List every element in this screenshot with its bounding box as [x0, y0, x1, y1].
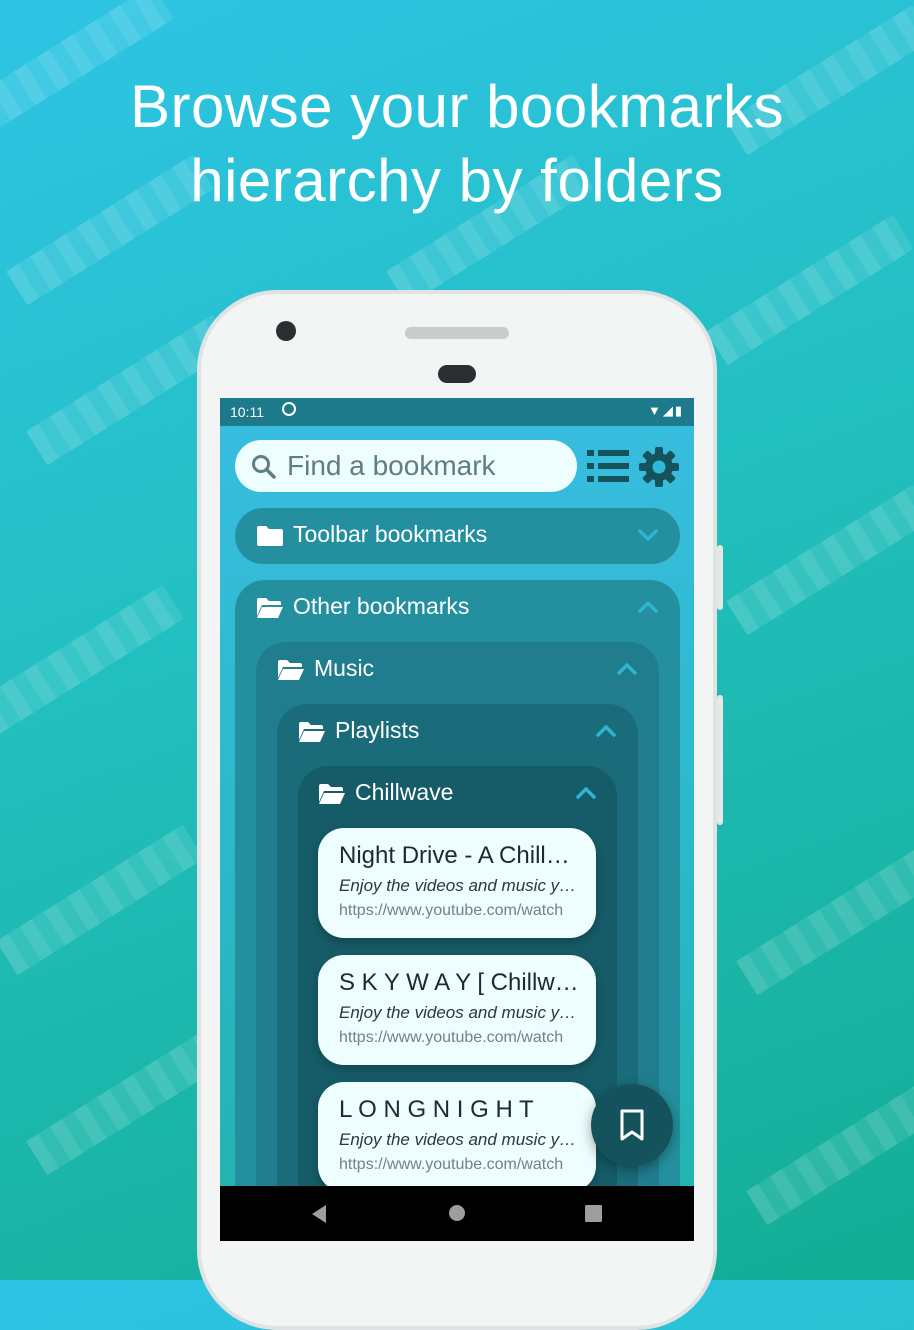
- back-icon[interactable]: [310, 1204, 328, 1224]
- bookmark-description: Enjoy the videos and music you love: [339, 1003, 579, 1022]
- chevron-up-icon[interactable]: [575, 784, 597, 802]
- folder-open-icon: [257, 598, 283, 618]
- folder-label: Other bookmarks: [293, 593, 470, 619]
- app-screen: 10:11 ▼◢▮ Find a bookmark Toolbar bookma…: [220, 398, 694, 1241]
- headline: Browse your bookmarks hierarchy by folde…: [0, 70, 914, 218]
- phone-volume-button: [717, 695, 723, 825]
- headline-line-2: hierarchy by folders: [190, 147, 724, 214]
- headline-line-1: Browse your bookmarks: [129, 73, 785, 140]
- system-nav-bar: [220, 1186, 694, 1241]
- folder-header[interactable]: Other bookmarks: [235, 580, 680, 636]
- bookmark-card[interactable]: L O N G N I G H T Enjoy the videos and m…: [318, 1082, 596, 1192]
- folder-header[interactable]: Chillwave: [298, 766, 617, 822]
- chevron-up-icon[interactable]: [637, 598, 659, 616]
- search-bar[interactable]: Find a bookmark: [235, 440, 577, 492]
- phone-power-button: [717, 545, 723, 610]
- bookmark-icon: [620, 1109, 644, 1141]
- home-icon[interactable]: [448, 1204, 466, 1222]
- folder-label: Playlists: [335, 717, 420, 743]
- bookmark-card[interactable]: S K Y W A Y [ Chillwave Mix ] Enjoy the …: [318, 955, 596, 1065]
- add-bookmark-fab[interactable]: [591, 1084, 673, 1166]
- chevron-up-icon[interactable]: [616, 660, 638, 678]
- signal-icon: ◢: [662, 403, 675, 418]
- wifi-icon: ▼: [647, 403, 663, 418]
- search-icon: [252, 455, 276, 479]
- bookmark-description: Enjoy the videos and music you love: [339, 1130, 579, 1149]
- bookmark-description: Enjoy the videos and music you love: [339, 876, 579, 895]
- folder-open-icon: [278, 660, 304, 680]
- status-time: 10:11: [230, 404, 264, 420]
- bookmark-card[interactable]: Night Drive - A Chillwave Mix Enjoy the …: [318, 828, 596, 938]
- bookmark-title: Night Drive - A Chillwave Mix: [339, 842, 579, 869]
- status-bar: 10:11 ▼◢▮: [220, 398, 694, 426]
- bookmark-url: https://www.youtube.com/watch: [339, 1156, 564, 1173]
- bookmark-url: https://www.youtube.com/watch: [339, 1029, 564, 1046]
- gear-icon[interactable]: [638, 446, 680, 488]
- proximity-sensor: [438, 365, 476, 383]
- folder-label: Toolbar bookmarks: [293, 521, 488, 547]
- folder-header[interactable]: Playlists: [277, 704, 638, 760]
- folder-header[interactable]: Toolbar bookmarks: [235, 508, 680, 564]
- folder-icon: [257, 526, 283, 546]
- bookmark-title: S K Y W A Y [ Chillwave Mix ]: [339, 969, 579, 996]
- recents-icon[interactable]: [585, 1205, 602, 1222]
- folder-label: Music: [314, 655, 375, 681]
- earpiece-speaker: [405, 327, 509, 339]
- folder-open-icon: [319, 784, 345, 804]
- chevron-up-icon[interactable]: [595, 722, 617, 740]
- chevron-down-icon[interactable]: [637, 526, 659, 544]
- sync-icon: [282, 402, 296, 416]
- status-icons: ▼◢▮: [648, 403, 684, 419]
- front-camera: [276, 321, 296, 341]
- folder-open-icon: [299, 722, 325, 742]
- bookmark-url: https://www.youtube.com/watch: [339, 902, 564, 919]
- folder-toolbar-bookmarks[interactable]: Toolbar bookmarks: [235, 508, 680, 564]
- folder-label: Chillwave: [355, 779, 454, 805]
- list-icon[interactable]: [587, 446, 629, 486]
- battery-icon: ▮: [674, 403, 684, 418]
- folder-header[interactable]: Music: [256, 642, 659, 698]
- search-input[interactable]: Find a bookmark: [287, 450, 496, 482]
- bookmark-title: L O N G N I G H T: [339, 1096, 534, 1123]
